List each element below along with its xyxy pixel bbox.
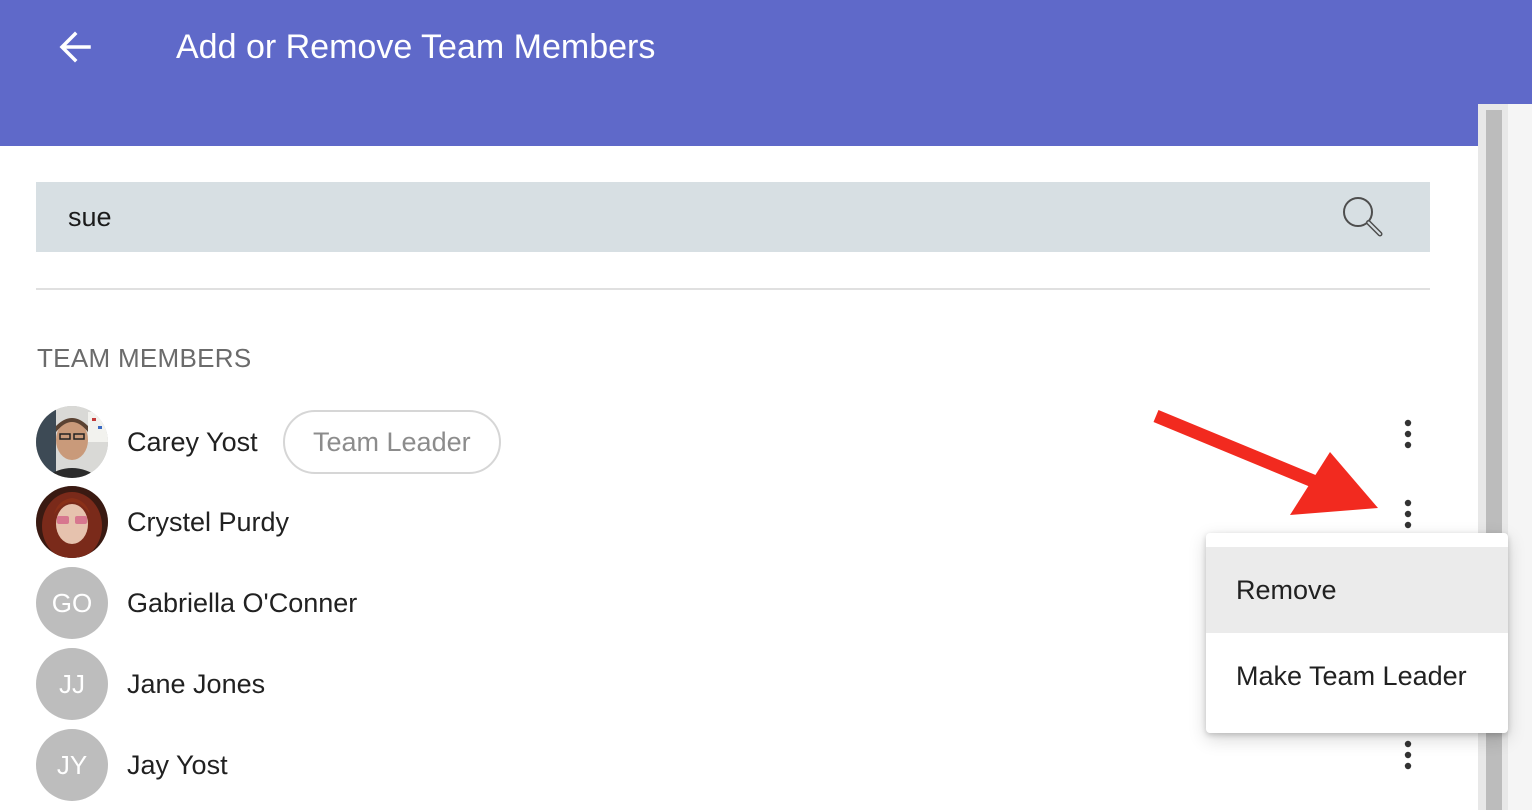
section-title: TEAM MEMBERS [37,343,252,373]
avatar-gabriella-oconner: GO [36,567,108,639]
avatar-jay-yost: JY [36,729,108,801]
app-bar [0,0,1532,146]
back-button[interactable] [52,24,98,70]
arrow-left-icon [59,31,91,63]
member-name: Jay Yost [127,750,228,780]
avatar-initials: JJ [59,668,85,699]
divider [36,288,1430,290]
search-bar [36,182,1430,252]
more-options-button[interactable] [1392,733,1424,777]
team-leader-badge: Team Leader [283,410,501,474]
member-name: Crystel Purdy [127,507,290,537]
avatar-initials: GO [51,587,93,618]
search-input[interactable] [68,182,1318,252]
search-button[interactable] [1338,192,1388,242]
avatar-photo [36,486,108,558]
search-icon [1343,197,1383,237]
member-name: Carey Yost [127,427,258,457]
member-name: Gabriella O'Conner [127,588,358,618]
annotation-arrow [1153,409,1378,515]
page-title: Add or Remove Team Members [176,28,656,66]
menu-item-make-team-leader[interactable]: Make Team Leader [1206,633,1508,719]
member-name: Jane Jones [127,669,266,699]
avatar-jane-jones: JJ [36,648,108,720]
avatar-photo [36,406,108,478]
avatar-initials: JY [56,749,88,780]
context-menu: Remove Make Team Leader [1206,533,1508,733]
menu-item-remove[interactable]: Remove [1206,547,1508,633]
avatar-carey-yost [36,406,108,478]
member-row-jay-yost[interactable]: JY Jay Yost [36,729,1430,803]
avatar-crystel-purdy [36,486,108,558]
more-vert-icon [1404,740,1412,770]
